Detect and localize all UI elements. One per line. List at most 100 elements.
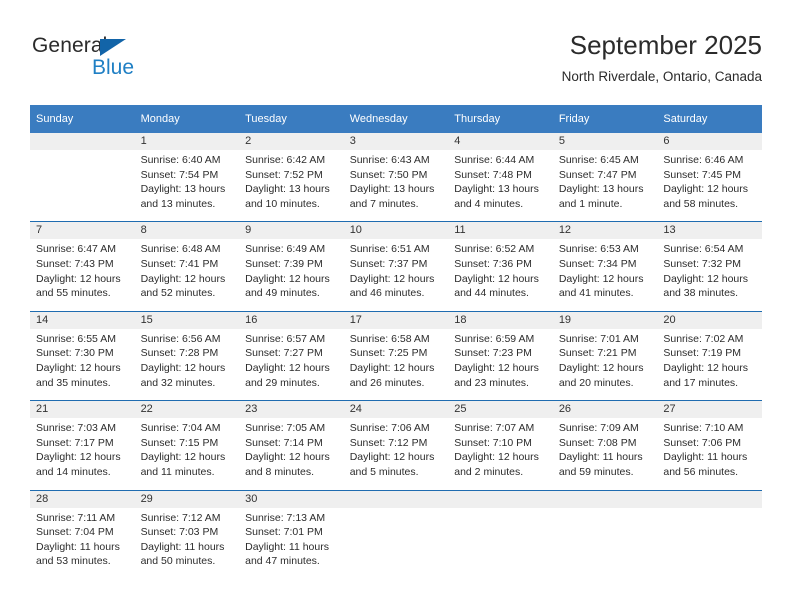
calendar-day-cell[interactable]: 7 Sunrise: 6:47 AM Sunset: 7:43 PM Daylight… [30, 221, 135, 312]
calendar-day-cell[interactable]: 25 Sunrise: 7:07 AM Sunset: 7:10 PM Dayligh… [448, 400, 553, 490]
calendar-day-cell[interactable]: 11 Sunrise: 6:52 AM Sunset: 7:36 PM Dayligh… [448, 221, 553, 312]
day-number: 24 [343, 401, 449, 419]
calendar-day-cell[interactable]: 29 Sunrise: 7:12 AM Sunset: 7:03 PM Dayligh… [134, 489, 240, 579]
sunrise-time: Sunrise: 6:47 AM [36, 243, 116, 256]
sunrise-time: Sunrise: 6:57 AM [245, 332, 326, 345]
calendar-day-cell[interactable]: 1 Sunrise: 6:40 AM Sunset: 7:54 PM Daylight… [134, 133, 240, 222]
calendar-day-cell[interactable]: 18 Sunrise: 6:59 AM Sunset: 7:23 PM Dayligh… [448, 310, 553, 401]
sunset-time: Sunset: 7:45 PM [663, 168, 742, 181]
sunrise-time: Sunrise: 7:05 AM [245, 422, 326, 435]
daylight-duration-line1: Daylight: 11 hours [558, 451, 643, 464]
sunset-time: Sunset: 7:17 PM [36, 436, 114, 449]
logo-triangle-icon [100, 39, 126, 56]
day-details: Sunrise: 7:01 AM Sunset: 7:21 PM Daylight:… [553, 329, 658, 400]
sunrise-time: Sunrise: 7:12 AM [140, 511, 221, 524]
daylight-duration-line1: Daylight: 12 hours [349, 361, 435, 374]
sunrise-time: Sunrise: 7:13 AM [245, 511, 326, 524]
day-details: Sunrise: 6:51 AM Sunset: 7:37 PM Daylight:… [344, 239, 449, 310]
calendar-day-cell[interactable]: 2 Sunrise: 6:42 AM Sunset: 7:52 PM Daylight… [239, 133, 344, 222]
day-details: Sunrise: 7:04 AM Sunset: 7:15 PM Daylight:… [135, 418, 240, 489]
day-number: 14 [30, 311, 135, 329]
weekday-header-saturday: Saturday [657, 105, 762, 133]
day-details: Sunrise: 6:43 AM Sunset: 7:50 PM Daylight:… [344, 150, 449, 221]
calendar-day-cell[interactable]: 15 Sunrise: 6:56 AM Sunset: 7:28 PM Dayligh… [134, 310, 240, 401]
day-number: 26 [552, 401, 658, 419]
day-number: 8 [134, 222, 240, 240]
day-details: Sunrise: 7:11 AM Sunset: 7:04 PM Daylight:… [30, 508, 135, 579]
calendar-day-cell[interactable]: 13 Sunrise: 6:54 AM Sunset: 7:32 PM Dayligh… [657, 221, 762, 312]
calendar-day-cell[interactable]: 20 Sunrise: 7:02 AM Sunset: 7:19 PM Dayligh… [657, 310, 762, 401]
sunset-time: Sunset: 7:23 PM [454, 347, 532, 360]
sunrise-time: Sunrise: 6:45 AM [558, 154, 639, 166]
calendar-day-cell[interactable]: 12 Sunrise: 6:53 AM Sunset: 7:34 PM Dayligh… [552, 221, 658, 312]
daylight-duration-line2: and 8 minutes. [245, 465, 315, 478]
calendar-day-cell[interactable]: 9 Sunrise: 6:49 AM Sunset: 7:39 PM Daylight… [239, 221, 344, 312]
daylight-duration-line2: and 29 minutes. [245, 376, 320, 389]
sunset-time: Sunset: 7:03 PM [140, 526, 219, 539]
daylight-duration-line2: and 50 minutes. [140, 555, 216, 568]
sunrise-time: Sunrise: 6:48 AM [140, 243, 221, 256]
general-blue-logo[interactable]: General Blue [32, 34, 212, 90]
day-number: 13 [657, 222, 762, 240]
calendar-day-cell[interactable]: 6 Sunrise: 6:46 AM Sunset: 7:45 PM Daylight… [657, 133, 762, 222]
daylight-duration-line1: Daylight: 13 hours [245, 183, 330, 196]
day-number: 17 [343, 311, 449, 329]
weekday-header-tuesday: Tuesday [239, 105, 344, 133]
calendar-day-cell[interactable]: 22 Sunrise: 7:04 AM Sunset: 7:15 PM Dayligh… [134, 400, 240, 490]
day-details: Sunrise: 6:59 AM Sunset: 7:23 PM Daylight:… [448, 329, 553, 400]
day-number [30, 133, 135, 150]
day-number: 7 [30, 222, 135, 240]
day-details: Sunrise: 6:57 AM Sunset: 7:27 PM Daylight:… [239, 329, 344, 400]
calendar-day-cell[interactable]: 26 Sunrise: 7:09 AM Sunset: 7:08 PM Dayligh… [552, 400, 658, 490]
daylight-duration-line1: Daylight: 13 hours [558, 183, 644, 196]
daylight-duration-line1: Daylight: 12 hours [349, 272, 435, 285]
daylight-duration-line1: Daylight: 12 hours [245, 272, 330, 285]
sunset-time: Sunset: 7:15 PM [140, 436, 219, 449]
day-number: 4 [448, 133, 553, 150]
calendar-day-cell[interactable]: 21 Sunrise: 7:03 AM Sunset: 7:17 PM Dayligh… [30, 400, 135, 490]
day-number: 16 [239, 311, 344, 329]
calendar-day-cell[interactable]: 30 Sunrise: 7:13 AM Sunset: 7:01 PM Dayligh… [239, 489, 344, 579]
calendar-day-cell[interactable]: 24 Sunrise: 7:06 AM Sunset: 7:12 PM Dayligh… [343, 400, 449, 490]
day-number: 10 [343, 222, 449, 240]
calendar-day-cell[interactable]: 14 Sunrise: 6:55 AM Sunset: 7:30 PM Dayligh… [30, 310, 135, 401]
sunrise-time: Sunrise: 6:52 AM [454, 243, 535, 256]
daylight-duration-line2: and 7 minutes. [349, 197, 419, 210]
calendar-day-cell[interactable]: 5 Sunrise: 6:45 AM Sunset: 7:47 PM Daylight… [552, 133, 658, 222]
daylight-duration-line2: and 56 minutes. [663, 465, 739, 478]
sunrise-time: Sunrise: 7:07 AM [454, 422, 535, 435]
day-number: 23 [239, 401, 344, 419]
calendar-day-cell[interactable]: 10 Sunrise: 6:51 AM Sunset: 7:37 PM Dayligh… [343, 221, 449, 312]
day-number: 27 [657, 401, 762, 419]
daylight-duration-line1: Daylight: 11 hours [140, 540, 225, 553]
sunrise-time: Sunrise: 6:58 AM [349, 332, 430, 345]
sunset-time: Sunset: 7:48 PM [454, 168, 532, 181]
calendar-day-cell[interactable]: 17 Sunrise: 6:58 AM Sunset: 7:25 PM Dayligh… [343, 310, 449, 401]
sunrise-time: Sunrise: 7:09 AM [558, 422, 639, 435]
day-number: 1 [134, 133, 240, 150]
daylight-duration-line2: and 14 minutes. [36, 465, 111, 478]
sunset-time: Sunset: 7:36 PM [454, 257, 532, 270]
calendar-cell-empty [552, 489, 658, 579]
sunset-time: Sunset: 7:25 PM [349, 347, 428, 360]
calendar-day-cell[interactable]: 16 Sunrise: 6:57 AM Sunset: 7:27 PM Dayligh… [239, 310, 344, 401]
daylight-duration-line2: and 46 minutes. [349, 287, 425, 300]
day-details: Sunrise: 6:47 AM Sunset: 7:43 PM Daylight:… [30, 239, 135, 310]
calendar-week-row: 1 Sunrise: 6:40 AM Sunset: 7:54 PM Daylight… [30, 133, 762, 222]
calendar-day-cell[interactable]: 3 Sunrise: 6:43 AM Sunset: 7:50 PM Daylight… [343, 133, 449, 222]
calendar-day-cell[interactable]: 4 Sunrise: 6:44 AM Sunset: 7:48 PM Daylight… [448, 133, 553, 222]
day-details: Sunrise: 6:56 AM Sunset: 7:28 PM Daylight:… [135, 329, 240, 400]
day-details: Sunrise: 6:42 AM Sunset: 7:52 PM Daylight:… [239, 150, 344, 221]
daylight-duration-line2: and 49 minutes. [245, 287, 320, 300]
sunrise-sunset-calendar: Sunday Monday Tuesday Wednesday Thursday… [30, 105, 762, 579]
sunset-time: Sunset: 7:06 PM [663, 436, 742, 449]
sunset-time: Sunset: 7:19 PM [663, 347, 742, 360]
sunrise-time: Sunrise: 6:51 AM [349, 243, 430, 256]
calendar-day-cell[interactable]: 28 Sunrise: 7:11 AM Sunset: 7:04 PM Dayligh… [30, 489, 135, 579]
day-details: Sunrise: 6:46 AM Sunset: 7:45 PM Daylight:… [657, 150, 762, 221]
sunset-time: Sunset: 7:27 PM [245, 347, 323, 360]
calendar-day-cell[interactable]: 19 Sunrise: 7:01 AM Sunset: 7:21 PM Dayligh… [552, 310, 658, 401]
calendar-day-cell[interactable]: 27 Sunrise: 7:10 AM Sunset: 7:06 PM Dayligh… [657, 400, 762, 490]
calendar-day-cell[interactable]: 8 Sunrise: 6:48 AM Sunset: 7:41 PM Daylight… [134, 221, 240, 312]
calendar-day-cell[interactable]: 23 Sunrise: 7:05 AM Sunset: 7:14 PM Dayligh… [239, 400, 344, 490]
